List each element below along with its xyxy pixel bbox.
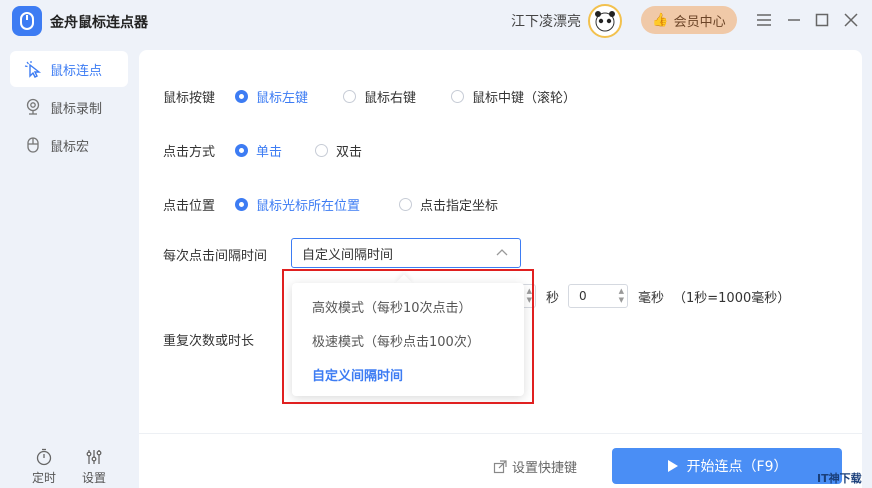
radio-dot xyxy=(399,198,412,211)
radio-single-click[interactable]: 单击 xyxy=(235,141,282,160)
record-icon xyxy=(26,98,40,115)
radio-dot xyxy=(235,144,248,157)
radio-label: 鼠标右键 xyxy=(364,91,417,106)
sidebar-item-mouse-macro[interactable]: 鼠标宏 xyxy=(10,127,128,163)
interval-select-value: 自定义间隔时间 xyxy=(302,247,394,263)
radio-dot xyxy=(235,90,248,103)
timer-button[interactable]: 定时 xyxy=(24,448,64,486)
radio-label: 点击指定坐标 xyxy=(420,199,499,214)
radio-label: 双击 xyxy=(336,145,363,160)
timer-label: 定时 xyxy=(31,471,56,485)
vip-center-button[interactable]: 👍 会员中心 xyxy=(641,6,737,34)
footer-divider xyxy=(139,433,862,434)
settings-label: 设置 xyxy=(81,471,106,485)
sliders-icon xyxy=(86,450,102,464)
watermark: IT神下载网 xyxy=(817,472,862,485)
minimize-icon[interactable] xyxy=(784,10,804,30)
radio-left-button[interactable]: 鼠标左键 xyxy=(235,87,308,106)
radio-specified-coords[interactable]: 点击指定坐标 xyxy=(399,195,498,214)
settings-button[interactable]: 设置 xyxy=(74,448,114,486)
title-bar: 金舟鼠标连点器 江下凌漂亮 👍 会员中心 xyxy=(0,0,872,44)
radio-dot xyxy=(343,90,356,103)
start-clicking-label: 开始连点（F9） xyxy=(686,459,788,475)
interval-select[interactable]: 自定义间隔时间 xyxy=(291,238,521,268)
mouse-icon xyxy=(27,137,39,153)
chevron-up-icon xyxy=(496,249,508,256)
spinner-arrows-icon: ▲ ▼ xyxy=(618,287,624,304)
thumbs-up-icon: 👍 xyxy=(652,12,669,28)
radio-dot xyxy=(451,90,464,103)
set-shortcut-button[interactable]: 设置快捷键 xyxy=(493,457,577,476)
radio-label: 单击 xyxy=(256,145,283,160)
sidebar-item-mouse-click[interactable]: 鼠标连点 xyxy=(10,51,128,87)
timer-icon xyxy=(36,448,52,466)
cursor-click-icon xyxy=(24,61,42,78)
set-shortcut-label: 设置快捷键 xyxy=(512,461,578,476)
repeat-label: 重复次数或时长 xyxy=(163,334,255,349)
click-mode-label: 点击方式 xyxy=(163,145,216,160)
milliseconds-value: 0 xyxy=(579,289,587,303)
maximize-icon[interactable] xyxy=(812,10,832,30)
mouse-button-label: 鼠标按键 xyxy=(163,91,216,106)
seconds-unit: 秒 xyxy=(546,291,560,306)
radio-cursor-position[interactable]: 鼠标光标所在位置 xyxy=(235,195,360,214)
click-position-label: 点击位置 xyxy=(163,199,216,214)
vip-center-label: 会员中心 xyxy=(673,14,726,30)
ms-hint: （1秒=1000毫秒） xyxy=(673,291,791,306)
radio-label: 鼠标中键（滚轮） xyxy=(472,91,577,106)
sidebar-item-label: 鼠标录制 xyxy=(50,101,103,117)
annotation-highlight-box xyxy=(282,269,534,404)
milliseconds-input[interactable]: 0 ▲ ▼ xyxy=(568,284,628,308)
radio-right-button[interactable]: 鼠标右键 xyxy=(343,87,416,106)
sidebar-item-label: 鼠标宏 xyxy=(50,139,90,155)
radio-dot xyxy=(235,198,248,211)
menu-icon[interactable] xyxy=(754,10,774,30)
radio-middle-button[interactable]: 鼠标中键（滚轮） xyxy=(451,87,576,106)
username[interactable]: 江下凌漂亮 xyxy=(511,11,581,31)
radio-double-click[interactable]: 双击 xyxy=(315,141,362,160)
play-icon xyxy=(667,460,678,472)
avatar[interactable] xyxy=(588,4,622,38)
sidebar-item-mouse-record[interactable]: 鼠标录制 xyxy=(10,89,128,125)
interval-label: 每次点击间隔时间 xyxy=(163,249,268,264)
milliseconds-unit: 毫秒 xyxy=(638,291,665,306)
shortcut-icon xyxy=(493,459,507,473)
start-clicking-button[interactable]: 开始连点（F9） xyxy=(612,448,842,484)
radio-label: 鼠标左键 xyxy=(256,91,309,106)
radio-dot xyxy=(315,144,328,157)
sidebar-item-label: 鼠标连点 xyxy=(50,63,103,79)
close-icon[interactable] xyxy=(841,10,861,30)
radio-label: 鼠标光标所在位置 xyxy=(256,199,361,214)
app-logo-icon xyxy=(12,6,42,36)
app-title: 金舟鼠标连点器 xyxy=(50,15,148,31)
